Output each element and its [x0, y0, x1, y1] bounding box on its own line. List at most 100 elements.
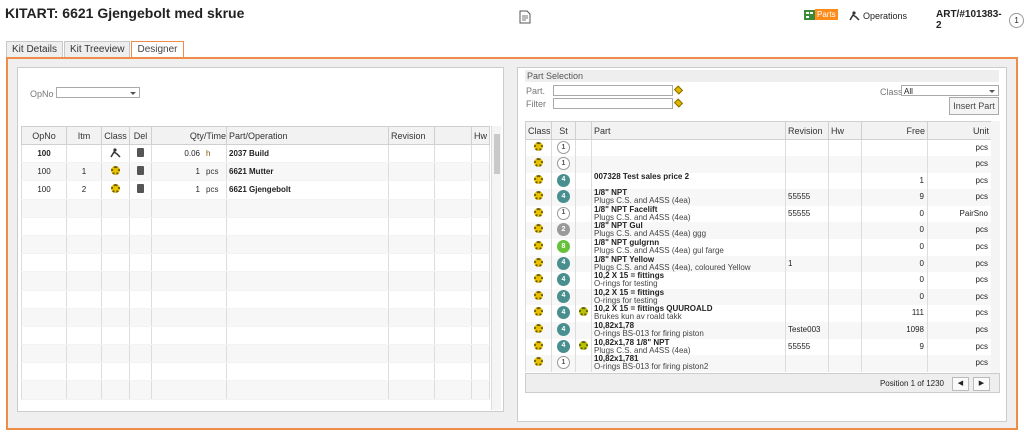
- status-badge: 1: [557, 141, 570, 154]
- tab-designer[interactable]: Designer: [131, 41, 184, 57]
- delete-icon[interactable]: [137, 148, 144, 158]
- table-row[interactable]: 2 1/8" NPT Gul Plugs C.S. and A4SS (4ea) g…: [525, 222, 992, 240]
- table-row[interactable]: 4 1/8" NPT Plugs C.S. and A4SS (4ea) 55555 9…: [525, 189, 992, 206]
- free-cell: 0: [861, 255, 928, 273]
- column-header[interactable]: Qty/Time: [151, 126, 227, 145]
- free-cell: [861, 355, 928, 372]
- table-row[interactable]: [21, 235, 490, 255]
- column-header[interactable]: Revision: [785, 121, 829, 140]
- column-header[interactable]: OpNo: [21, 126, 67, 145]
- column-header[interactable]: Revision: [388, 126, 435, 145]
- page-header: KITART: 6621 Gjengebolt med skrue Parts …: [0, 0, 1024, 40]
- column-header[interactable]: [434, 126, 472, 145]
- extra-cell: [575, 239, 592, 256]
- tab-kit-details[interactable]: Kit Details: [6, 41, 64, 57]
- operation-class-icon: [110, 147, 121, 158]
- free-cell: 0: [861, 222, 928, 240]
- filter-search-icon[interactable]: [673, 98, 684, 108]
- status-cell: 1: [551, 205, 576, 223]
- table-row[interactable]: 100 2 1 pcs 6621 Gjengebolt: [21, 180, 490, 200]
- table-row[interactable]: 1 10,82x1,781 O-rings BS-013 for firing pi…: [525, 355, 992, 372]
- table-row[interactable]: [21, 271, 490, 291]
- table-row[interactable]: 4 10,2 X 15 = fittings QUUROALD Brukes kun…: [525, 305, 992, 323]
- filter-input[interactable]: [553, 98, 673, 109]
- table-row[interactable]: [21, 344, 490, 364]
- art-count-badge[interactable]: 1: [1009, 12, 1024, 28]
- opno-cell: 100: [21, 162, 67, 182]
- part-class-icon: [534, 191, 543, 201]
- delete-icon[interactable]: [137, 184, 144, 194]
- operations-scrollbar[interactable]: [491, 126, 501, 410]
- extra-cell: [575, 222, 592, 240]
- column-header[interactable]: Class: [101, 126, 130, 145]
- delete-icon[interactable]: [137, 166, 144, 176]
- operations-link[interactable]: Operations: [849, 11, 907, 21]
- part-description: Plugs C.S. and A4SS (4ea) ggg: [594, 229, 707, 239]
- table-row[interactable]: [21, 217, 490, 236]
- parts-scrollbar[interactable]: [991, 121, 1000, 373]
- status-cell: 4: [551, 189, 576, 206]
- parts-pager: Position 1 of 1230 ◀ ▶: [525, 373, 1000, 393]
- class-cell: [525, 189, 552, 206]
- column-header[interactable]: Hw: [471, 126, 490, 145]
- insert-part-button[interactable]: Insert Part: [949, 97, 999, 115]
- table-row[interactable]: [21, 362, 490, 382]
- part-search-icon[interactable]: [673, 85, 684, 95]
- free-cell: 0: [861, 239, 928, 256]
- table-row[interactable]: [21, 290, 490, 309]
- table-row[interactable]: 1 1/8" NPT Facelift Plugs C.S. and A4SS (4…: [525, 205, 992, 223]
- column-header[interactable]: [575, 121, 592, 140]
- table-row[interactable]: 4 007328 Test sales price 2 1 pcs: [525, 172, 992, 190]
- part-description: O-rings for testing: [594, 295, 658, 305]
- part-cell: 10,2 X 15 = fittings QUUROALD Brukes kun …: [591, 305, 786, 323]
- hw-cell: [828, 355, 862, 372]
- table-row[interactable]: [21, 380, 490, 400]
- column-header[interactable]: Itm: [66, 126, 102, 145]
- next-page-button[interactable]: ▶: [973, 377, 990, 391]
- tab-kit-treeview[interactable]: Kit Treeview: [64, 41, 131, 57]
- class-cell: [525, 272, 552, 289]
- column-header[interactable]: Del: [129, 126, 152, 145]
- item-cell: 2: [66, 180, 102, 200]
- table-row[interactable]: [21, 326, 490, 346]
- part-cell: 1/8" NPT Facelift Plugs C.S. and A4SS (4e…: [591, 205, 786, 223]
- opno-select[interactable]: [56, 87, 140, 98]
- column-header[interactable]: Class: [525, 121, 552, 140]
- table-row[interactable]: 4 1/8" NPT Yellow Plugs C.S. and A4SS (4ea…: [525, 255, 992, 273]
- revision-cell: [785, 156, 829, 173]
- column-header[interactable]: Unit: [927, 121, 992, 140]
- table-row[interactable]: 1 pcs: [525, 156, 992, 173]
- column-header[interactable]: Part: [591, 121, 786, 140]
- column-header[interactable]: Part/Operation: [226, 126, 389, 145]
- column-header[interactable]: Hw: [828, 121, 862, 140]
- prev-page-button[interactable]: ◀: [952, 377, 969, 391]
- part-class-icon: [534, 158, 543, 168]
- table-row[interactable]: 8 1/8" NPT gulgrnn Plugs C.S. and A4SS (4e…: [525, 239, 992, 256]
- table-row[interactable]: 4 10,82x1,78 1/8" NPT Plugs C.S. and A4SS …: [525, 338, 992, 356]
- parts-link[interactable]: Parts: [804, 9, 838, 20]
- table-row[interactable]: [21, 308, 490, 327]
- part-description: O-rings BS-013 for firing piston2: [594, 362, 709, 372]
- table-row[interactable]: 100 1 1 pcs 6621 Mutter: [21, 162, 490, 182]
- hw-cell: [828, 272, 862, 289]
- table-row[interactable]: 4 10,2 X 15 = fittings O-rings for testing…: [525, 272, 992, 289]
- table-row[interactable]: 4 10,82x1,78 O-rings BS-013 for firing pis…: [525, 322, 992, 339]
- column-header[interactable]: St: [551, 121, 576, 140]
- qty-unit: pcs: [206, 167, 219, 177]
- part-input[interactable]: [553, 85, 673, 96]
- class-select[interactable]: All: [901, 85, 999, 96]
- table-row[interactable]: 1 pcs: [525, 139, 992, 157]
- table-row[interactable]: 4 10,2 X 15 = fittings O-rings for testing…: [525, 288, 992, 306]
- revision-cell: [785, 288, 829, 306]
- status-cell: 1: [551, 156, 576, 173]
- part-cell: 1/8" NPT Yellow Plugs C.S. and A4SS (4ea)…: [591, 255, 786, 273]
- table-row[interactable]: [21, 253, 490, 273]
- table-row[interactable]: 100 0.06 h 2037 Build: [21, 144, 490, 164]
- hw-cell: [828, 205, 862, 223]
- scroll-thumb[interactable]: [494, 134, 500, 174]
- column-header[interactable]: Free: [861, 121, 928, 140]
- pdf-icon[interactable]: [519, 10, 531, 24]
- qty-unit: h: [206, 149, 211, 159]
- part-cell: 2037 Build: [226, 144, 389, 164]
- table-row[interactable]: [21, 199, 490, 218]
